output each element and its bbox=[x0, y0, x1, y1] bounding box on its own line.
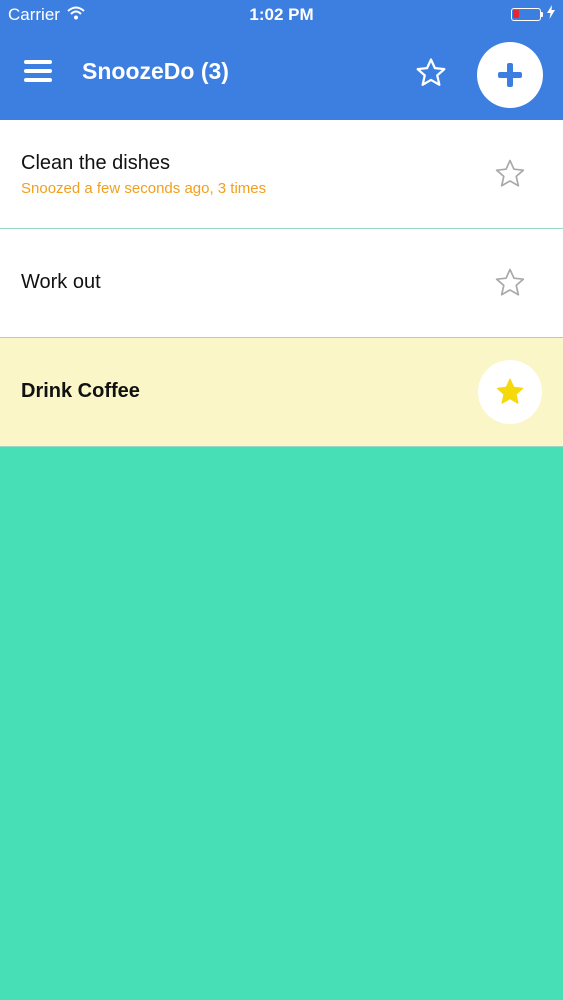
task-list: Clean the dishes Snoozed a few seconds a… bbox=[0, 120, 563, 447]
add-task-button[interactable] bbox=[477, 42, 543, 108]
bolt-icon bbox=[547, 5, 555, 22]
status-time: 1:02 PM bbox=[249, 5, 314, 24]
task-title: Drink Coffee bbox=[21, 380, 140, 402]
task-row[interactable]: Work out bbox=[0, 229, 563, 338]
task-title: Clean the dishes bbox=[21, 152, 170, 174]
star-outline-icon[interactable] bbox=[493, 157, 527, 191]
page-title: SnoozeDo (3) bbox=[82, 58, 229, 84]
task-title: Work out bbox=[21, 271, 101, 293]
star-outline-icon[interactable] bbox=[493, 266, 527, 300]
snooze-info: Snoozed a few seconds ago, 3 times bbox=[21, 180, 267, 197]
star-outline-icon[interactable] bbox=[414, 56, 448, 90]
task-row-starred[interactable]: Drink Coffee bbox=[0, 338, 563, 447]
battery-icon bbox=[511, 8, 541, 21]
task-row[interactable]: Clean the dishes Snoozed a few seconds a… bbox=[0, 120, 563, 229]
battery-tip bbox=[541, 12, 543, 17]
star-filled-icon bbox=[496, 378, 524, 404]
hamburger-menu-icon[interactable] bbox=[24, 60, 52, 86]
status-bar: Carrier 1:02 PM bbox=[0, 0, 563, 30]
star-toggle-button[interactable] bbox=[478, 360, 542, 424]
app-header: Carrier 1:02 PM SnoozeDo (3) bbox=[0, 0, 563, 120]
